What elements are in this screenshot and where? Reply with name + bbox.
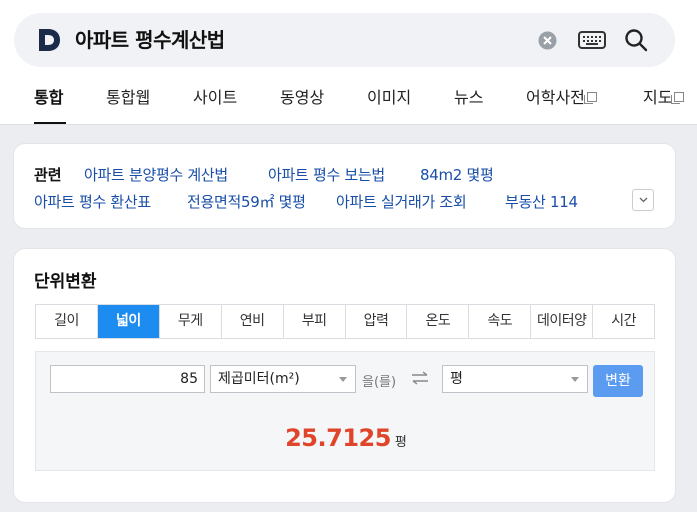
unit-converter-title: 단위변환 bbox=[34, 272, 97, 292]
unit-converter: 단위변환 길이 넓이 무게 연비 부피 압력 온도 속도 데이터양 시간 85 … bbox=[13, 248, 676, 503]
tab-map-label: 지도 bbox=[643, 88, 673, 107]
unit-tab-data[interactable]: 데이터양 bbox=[531, 305, 594, 338]
related-link[interactable]: 부동산 114 bbox=[505, 191, 578, 212]
related-link[interactable]: 아파트 실거래가 조회 bbox=[336, 191, 467, 212]
clear-icon[interactable] bbox=[538, 31, 557, 50]
value-input[interactable]: 85 bbox=[50, 365, 205, 393]
dropdown-arrow-icon bbox=[339, 377, 347, 382]
unit-tab-length[interactable]: 길이 bbox=[36, 305, 98, 338]
related-link[interactable]: 84m2 몇평 bbox=[420, 164, 494, 185]
unit-tabs: 길이 넓이 무게 연비 부피 압력 온도 속도 데이터양 시간 bbox=[35, 304, 655, 339]
particle-label: 을(를) bbox=[362, 375, 397, 390]
unit-tab-area[interactable]: 넓이 bbox=[97, 305, 160, 338]
tab-web[interactable]: 통합웹 bbox=[106, 87, 150, 109]
related-link[interactable]: 아파트 평수 보는법 bbox=[268, 164, 385, 185]
unit-tab-volume[interactable]: 부피 bbox=[284, 305, 346, 338]
header: 아파트 평수계산법 통합 통합웹 사이트 동영상 이미지 뉴스 어학사전 지도 bbox=[0, 0, 697, 125]
search-query[interactable]: 아파트 평수계산법 bbox=[75, 27, 225, 53]
external-link-icon bbox=[671, 92, 685, 104]
to-unit-label: 평 bbox=[450, 371, 463, 387]
unit-tab-fuel[interactable]: 연비 bbox=[222, 305, 284, 338]
converter-panel: 85 제곱미터(m²) 을(를) 평 변환 25.7125 평 bbox=[35, 351, 655, 471]
nav-tabs: 통합 통합웹 사이트 동영상 이미지 뉴스 어학사전 지도 bbox=[0, 80, 697, 125]
result-value: 25.7125 bbox=[285, 424, 391, 452]
unit-tab-temperature[interactable]: 온도 bbox=[407, 305, 470, 338]
tab-site[interactable]: 사이트 bbox=[193, 87, 237, 109]
result-unit: 평 bbox=[394, 435, 407, 450]
to-unit-select[interactable]: 평 bbox=[442, 365, 588, 393]
search-icon[interactable] bbox=[624, 28, 648, 52]
convert-button[interactable]: 변환 bbox=[593, 365, 643, 397]
result: 25.7125 평 bbox=[36, 424, 656, 452]
related-link[interactable]: 아파트 평수 환산표 bbox=[34, 191, 151, 212]
tab-news[interactable]: 뉴스 bbox=[454, 87, 483, 109]
external-link-icon bbox=[583, 92, 597, 104]
from-unit-label: 제곱미터(m²) bbox=[218, 371, 300, 387]
dropdown-arrow-icon bbox=[571, 377, 579, 382]
header-divider bbox=[0, 124, 697, 125]
keyboard-icon[interactable] bbox=[578, 30, 606, 50]
expand-related-button[interactable] bbox=[632, 189, 654, 211]
tab-dictionary-label: 어학사전 bbox=[526, 88, 585, 107]
unit-tab-weight[interactable]: 무게 bbox=[160, 305, 222, 338]
daum-logo-icon[interactable] bbox=[36, 27, 62, 53]
chevron-down-icon bbox=[639, 197, 648, 203]
unit-tab-pressure[interactable]: 압력 bbox=[346, 305, 408, 338]
from-unit-select[interactable]: 제곱미터(m²) bbox=[210, 365, 356, 393]
tab-video[interactable]: 동영상 bbox=[280, 87, 324, 109]
swap-icon[interactable] bbox=[411, 371, 429, 385]
related-title: 관련 bbox=[34, 166, 62, 184]
tab-image[interactable]: 이미지 bbox=[367, 87, 411, 109]
tab-map[interactable]: 지도 bbox=[643, 87, 685, 109]
related-searches: 관련 아파트 분양평수 계산법 아파트 평수 보는법 84m2 몇평 아파트 평… bbox=[13, 143, 676, 229]
related-link[interactable]: 아파트 분양평수 계산법 bbox=[84, 164, 228, 185]
search-box[interactable]: 아파트 평수계산법 bbox=[14, 13, 675, 67]
related-link[interactable]: 전용면적59㎡ 몇평 bbox=[187, 191, 306, 212]
tab-dictionary[interactable]: 어학사전 bbox=[526, 87, 597, 109]
tab-all[interactable]: 통합 bbox=[34, 87, 63, 109]
unit-tab-time[interactable]: 시간 bbox=[593, 305, 654, 338]
unit-tab-speed[interactable]: 속도 bbox=[469, 305, 532, 338]
